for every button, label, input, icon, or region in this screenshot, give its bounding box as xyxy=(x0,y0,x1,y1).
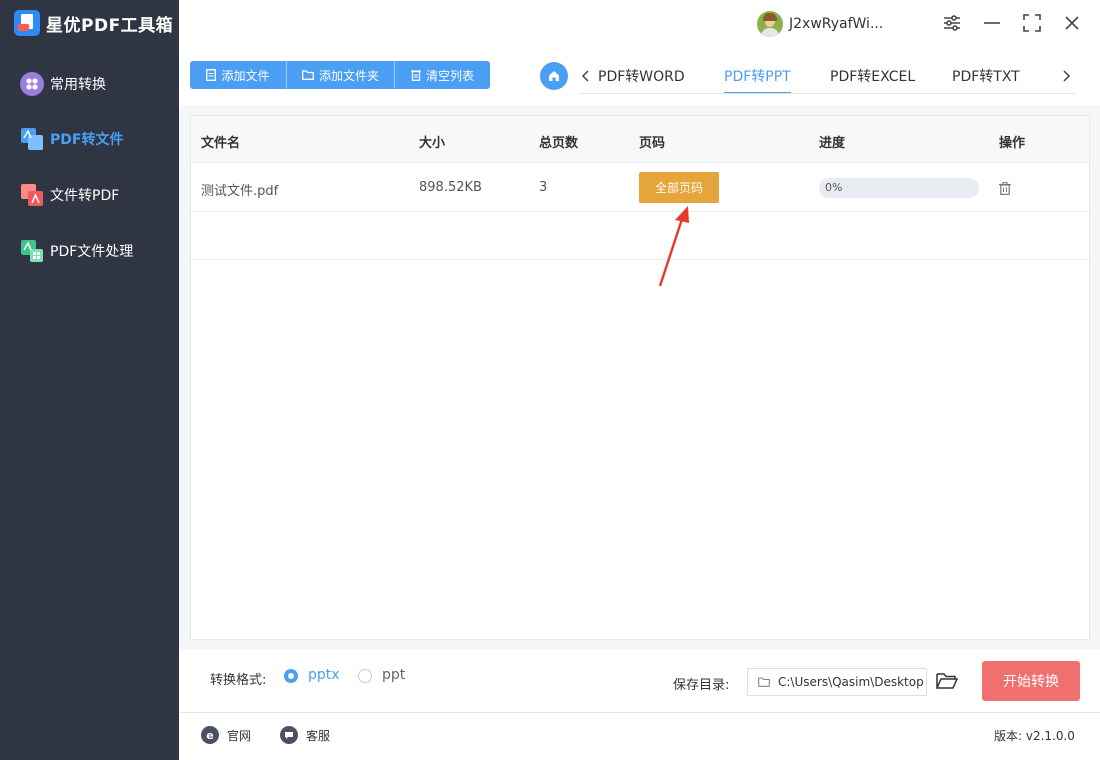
column-header-actions: 操作 xyxy=(999,136,1026,151)
page-count: 3 xyxy=(539,180,548,195)
column-header-page-range: 页码 xyxy=(639,136,666,151)
sidebar-item-common[interactable]: 常用转换 xyxy=(20,72,106,96)
pdf-logo-icon xyxy=(14,10,40,36)
sidebar-item-label: PDF转文件 xyxy=(50,132,124,148)
all-pages-button[interactable]: 全部页码 xyxy=(639,172,719,203)
settings-icon[interactable] xyxy=(941,12,963,34)
file-table: 文件名 大小 总页数 页码 进度 操作 测试文件.pdf 898.52KB 3 … xyxy=(190,115,1090,640)
file-name: 测试文件.pdf xyxy=(201,184,279,199)
column-header-pages: 总页数 xyxy=(539,136,579,151)
save-dir-input[interactable]: C:\Users\Qasim\Desktop xyxy=(747,668,927,696)
tab-next-chevron-icon[interactable] xyxy=(1059,67,1075,85)
home-button[interactable] xyxy=(540,62,568,90)
sidebar-item-label: 文件转PDF xyxy=(50,188,120,204)
browse-folder-icon[interactable] xyxy=(936,672,959,694)
footer-divider xyxy=(179,712,1100,713)
clear-list-button[interactable]: 清空列表 xyxy=(394,61,490,89)
customer-service-link[interactable]: 客服 xyxy=(280,726,330,744)
progress-bar: 0% xyxy=(819,178,979,198)
progress-text: 0% xyxy=(825,181,843,194)
chat-icon xyxy=(280,726,298,744)
trash-icon xyxy=(410,70,421,81)
avatar xyxy=(757,11,783,37)
sidebar-item-label: 常用转换 xyxy=(50,77,106,93)
table-row-empty xyxy=(191,212,1089,260)
format-radio-pptx[interactable] xyxy=(284,669,298,683)
annotation-arrow-icon xyxy=(658,206,689,287)
table-header: 文件名 大小 总页数 页码 进度 操作 xyxy=(191,116,1089,163)
tab-divider xyxy=(578,93,1075,94)
home-icon xyxy=(549,71,559,81)
pdf-to-file-icon xyxy=(20,127,44,151)
start-convert-button[interactable]: 开始转换 xyxy=(982,661,1080,701)
table-row: 测试文件.pdf 898.52KB 3 全部页码 0% xyxy=(191,164,1089,212)
ie-icon: e xyxy=(201,726,219,744)
add-file-button[interactable]: 添加文件 xyxy=(190,61,286,89)
file-icon xyxy=(206,69,217,81)
folder-icon xyxy=(302,70,314,80)
sidebar-item-pdf-process[interactable]: PDF文件处理 xyxy=(20,239,133,263)
delete-trash-icon[interactable] xyxy=(999,180,1011,199)
format-option-pptx[interactable]: pptx xyxy=(308,667,340,683)
folder-icon xyxy=(758,677,770,687)
column-header-progress: 进度 xyxy=(819,136,846,151)
add-folder-button[interactable]: 添加文件夹 xyxy=(286,61,394,89)
app-logo: 星优PDF工具箱 xyxy=(14,10,173,36)
close-icon[interactable] xyxy=(1061,12,1083,34)
sidebar-item-file-to-pdf[interactable]: 文件转PDF xyxy=(20,183,119,207)
file-to-pdf-icon xyxy=(20,183,44,207)
sidebar-item-label: PDF文件处理 xyxy=(50,244,134,260)
tab-prev-chevron-icon[interactable] xyxy=(577,67,593,85)
format-radio-ppt[interactable] xyxy=(358,669,372,683)
sidebar-item-pdf-to-file[interactable]: PDF转文件 xyxy=(20,127,123,151)
save-dir-label: 保存目录: xyxy=(673,678,730,693)
tab-pdf-to-excel[interactable]: PDF转EXCEL xyxy=(830,66,915,94)
pdf-process-icon xyxy=(20,239,44,263)
format-label: 转换格式: xyxy=(210,673,267,688)
tab-pdf-to-ppt[interactable]: PDF转PPT xyxy=(724,66,791,94)
minimize-icon[interactable] xyxy=(981,12,1003,34)
sidebar: 星优PDF工具箱 常用转换 PDF转文件 文件转PDF PDF文件处理 xyxy=(0,0,179,760)
save-dir-path: C:\Users\Qasim\Desktop xyxy=(778,675,924,689)
format-option-ppt[interactable]: ppt xyxy=(382,667,405,683)
column-header-size: 大小 xyxy=(419,136,446,151)
website-link[interactable]: e 官网 xyxy=(201,726,251,744)
app-title: 星优PDF工具箱 xyxy=(46,15,174,36)
file-size: 898.52KB xyxy=(419,180,482,195)
tab-pdf-to-word[interactable]: PDF转WORD xyxy=(598,66,685,94)
user-account[interactable]: J2xwRyafWi... xyxy=(757,11,883,37)
tab-pdf-to-txt[interactable]: PDF转TXT xyxy=(952,66,1020,94)
user-name: J2xwRyafWi... xyxy=(789,16,884,32)
file-toolbar: 添加文件 添加文件夹 清空列表 xyxy=(190,61,490,89)
common-convert-icon xyxy=(20,72,44,96)
maximize-icon[interactable] xyxy=(1021,12,1043,34)
version-text: 版本: v2.1.0.0 xyxy=(994,729,1075,743)
column-header-filename: 文件名 xyxy=(201,136,241,151)
